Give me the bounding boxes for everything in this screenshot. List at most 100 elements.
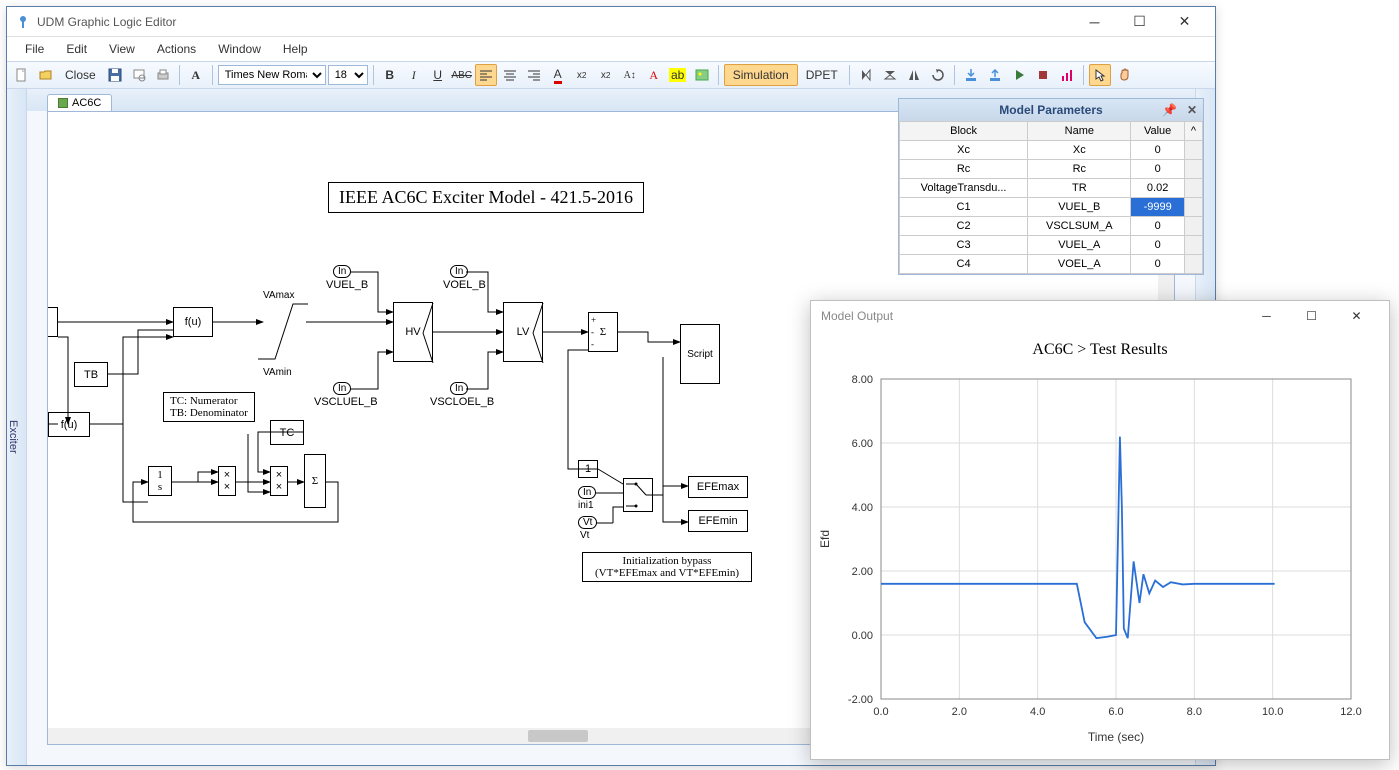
block-switch[interactable] <box>623 478 653 512</box>
simulation-button[interactable]: Simulation <box>724 64 798 86</box>
model-output-window: Model Output ─ ☐ ✕ AC6C > Test Results 0… <box>810 300 1390 760</box>
params-row[interactable]: C3VUEL_A0 <box>900 236 1203 255</box>
svg-text:12.0: 12.0 <box>1340 706 1361 718</box>
block-summer2[interactable]: +--Σ <box>588 312 618 352</box>
hand-icon[interactable] <box>1113 64 1135 86</box>
output-minimize-button[interactable]: ─ <box>1244 302 1289 330</box>
open-icon[interactable] <box>35 64 57 86</box>
image-icon[interactable] <box>691 64 713 86</box>
upload-icon[interactable] <box>984 64 1006 86</box>
doc-tab-ac6c[interactable]: AC6C <box>47 94 112 111</box>
block-fu2[interactable]: f(u) <box>48 412 90 437</box>
underline-icon[interactable]: U <box>427 64 449 86</box>
print-preview-icon[interactable] <box>128 64 150 86</box>
label-voel-b: VOEL_B <box>443 279 486 291</box>
close-file-button[interactable]: Close <box>59 64 102 86</box>
download-icon[interactable] <box>960 64 982 86</box>
menu-window[interactable]: Window <box>208 39 271 59</box>
menu-view[interactable]: View <box>99 39 145 59</box>
menu-help[interactable]: Help <box>273 39 318 59</box>
font-color-icon[interactable]: A <box>547 64 569 86</box>
block-hv[interactable]: HV <box>393 302 433 362</box>
inport-ini1[interactable]: In <box>578 486 596 499</box>
params-col-name[interactable]: Name <box>1028 122 1131 141</box>
strikethrough-icon[interactable]: ABC <box>451 64 473 86</box>
block-efemax[interactable]: EFEmax <box>688 476 748 498</box>
pointer-icon[interactable] <box>1089 64 1111 86</box>
mirror-icon[interactable] <box>903 64 925 86</box>
params-row[interactable]: XcXc0 <box>900 141 1203 160</box>
block-tc[interactable]: TC <box>270 420 304 445</box>
inport-vscloel-b[interactable]: In <box>450 382 468 395</box>
params-row[interactable]: RcRc0 <box>900 160 1203 179</box>
block-mult2[interactable]: ×× <box>270 466 288 496</box>
inport-vuel-b[interactable]: In <box>333 265 351 278</box>
block-lv[interactable]: LV <box>503 302 543 362</box>
block-efemin[interactable]: EFEmin <box>688 510 748 532</box>
output-close-button[interactable]: ✕ <box>1334 302 1379 330</box>
superscript-icon[interactable]: x2 <box>595 64 617 86</box>
pin-icon[interactable]: 📌 <box>1162 103 1177 117</box>
menu-actions[interactable]: Actions <box>147 39 206 59</box>
block-tb[interactable]: TB <box>74 362 108 387</box>
subscript-icon[interactable]: x2 <box>571 64 593 86</box>
italic-icon[interactable]: I <box>403 64 425 86</box>
svg-text:8.00: 8.00 <box>852 374 873 386</box>
svg-text:0.0: 0.0 <box>873 706 888 718</box>
window-title: UDM Graphic Logic Editor <box>37 15 1072 29</box>
inport-voel-b[interactable]: In <box>450 265 468 278</box>
block-summer1[interactable]: Σ <box>304 454 326 508</box>
save-icon[interactable] <box>104 64 126 86</box>
params-title: Model Parameters 📌 ✕ <box>899 99 1203 121</box>
text-effect1-icon[interactable]: A↕ <box>619 64 641 86</box>
bold-icon[interactable]: B <box>379 64 401 86</box>
inport-vscluel-b[interactable]: In <box>333 382 351 395</box>
flip-v-icon[interactable] <box>879 64 901 86</box>
note-init-bypass: Initialization bypass (VT*EFEmax and VT*… <box>582 552 752 582</box>
align-left-icon[interactable] <box>475 64 497 86</box>
minimize-button[interactable]: ─ <box>1072 8 1117 36</box>
svg-text:-2.00: -2.00 <box>848 694 873 706</box>
label-vamin: VAmin <box>263 367 292 378</box>
block-limiter[interactable] <box>253 294 313 374</box>
text-effect2-icon[interactable]: A <box>643 64 665 86</box>
block-script[interactable]: Script <box>680 324 720 384</box>
params-col-block[interactable]: Block <box>900 122 1028 141</box>
params-row[interactable]: C1VUEL_B-9999 <box>900 198 1203 217</box>
align-right-icon[interactable] <box>523 64 545 86</box>
params-close-icon[interactable]: ✕ <box>1187 103 1197 117</box>
chart-icon[interactable] <box>1056 64 1078 86</box>
sidebar-tab-exciter[interactable]: Exciter <box>7 89 27 765</box>
params-row[interactable]: VoltageTransdu...TR0.02 <box>900 179 1203 198</box>
highlight-icon[interactable]: ab <box>667 64 689 86</box>
flip-h-icon[interactable] <box>855 64 877 86</box>
font-dialog-icon[interactable]: A <box>185 64 207 86</box>
menu-file[interactable]: File <box>15 39 54 59</box>
font-name-select[interactable]: Times New Roman <box>218 65 326 85</box>
params-col-value[interactable]: Value <box>1131 122 1184 141</box>
block-const-1[interactable]: 1 <box>578 460 598 478</box>
block-fu[interactable]: f(u) <box>173 307 213 337</box>
params-row[interactable]: C2VSCLSUM_A0 <box>900 217 1203 236</box>
output-maximize-button[interactable]: ☐ <box>1289 302 1334 330</box>
inport-vt[interactable]: Vt <box>578 516 597 529</box>
stop-icon[interactable] <box>1032 64 1054 86</box>
block-integrator[interactable]: 1 s <box>148 466 172 496</box>
new-icon[interactable] <box>11 64 33 86</box>
rotate-icon[interactable] <box>927 64 949 86</box>
svg-text:Efd: Efd <box>818 530 832 548</box>
params-row[interactable]: C4VOEL_A0 <box>900 255 1203 274</box>
svg-text:8.0: 8.0 <box>1187 706 1202 718</box>
print-icon[interactable] <box>152 64 174 86</box>
svg-text:6.0: 6.0 <box>1108 706 1123 718</box>
close-button[interactable]: ✕ <box>1162 8 1207 36</box>
align-center-icon[interactable] <box>499 64 521 86</box>
maximize-button[interactable]: ☐ <box>1117 8 1162 36</box>
block-mult1[interactable]: ×× <box>218 466 236 496</box>
block-input-top[interactable] <box>48 307 58 337</box>
dpet-button[interactable]: DPET <box>800 64 844 86</box>
font-size-select[interactable]: 18 <box>328 65 368 85</box>
play-icon[interactable] <box>1008 64 1030 86</box>
menu-edit[interactable]: Edit <box>56 39 97 59</box>
chart-area: AC6C > Test Results 0.02.04.06.08.010.01… <box>811 331 1389 759</box>
